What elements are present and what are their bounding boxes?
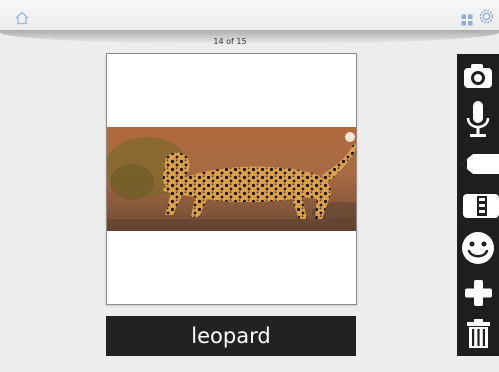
leopard-photo (107, 127, 356, 231)
grid-icon[interactable] (461, 11, 473, 26)
flash-card[interactable] (106, 53, 357, 305)
caption-bar[interactable]: leopard (106, 316, 356, 356)
trash-icon[interactable] (457, 316, 499, 352)
pencil-icon[interactable] (457, 146, 499, 182)
microphone-icon[interactable] (457, 100, 499, 137)
top-bar (0, 0, 499, 30)
tool-sidebar (457, 54, 499, 356)
plus-icon[interactable] (457, 274, 499, 310)
camera-icon[interactable] (457, 58, 499, 94)
gear-icon[interactable] (479, 9, 494, 24)
home-icon[interactable] (14, 10, 30, 25)
film-icon[interactable] (457, 188, 499, 224)
card-caption: leopard (191, 324, 271, 348)
smiley-icon[interactable] (457, 230, 499, 266)
page-indicator: 14 of 15 (213, 37, 247, 46)
